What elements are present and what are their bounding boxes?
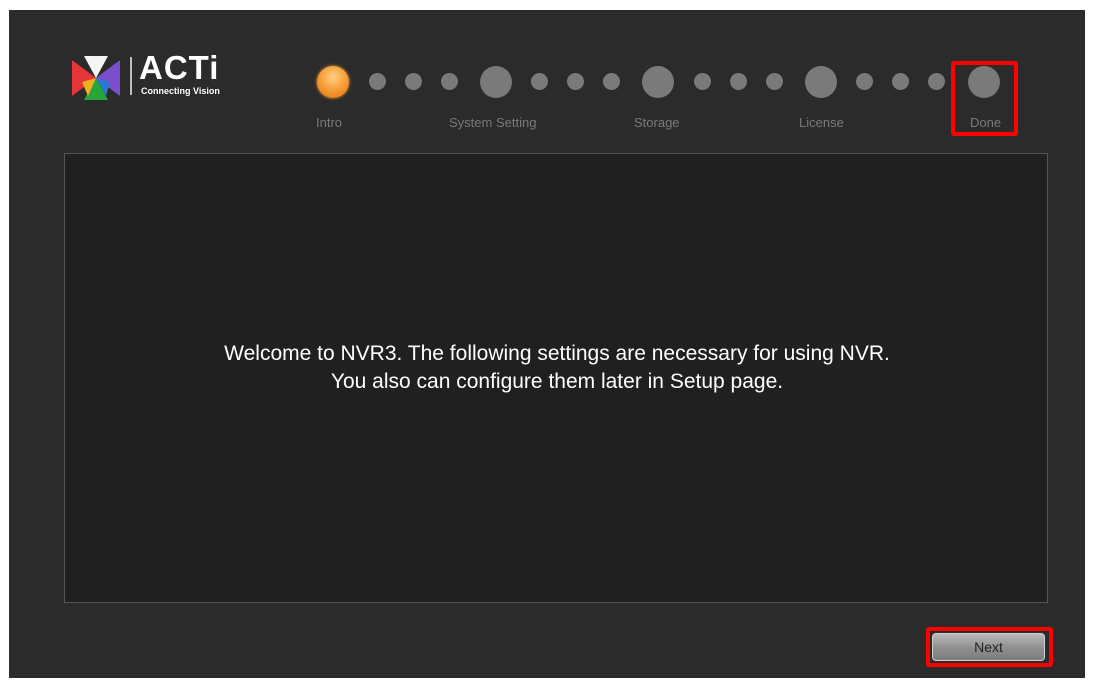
welcome-line-2: You also can configure them later in Set… — [330, 370, 784, 393]
step-dot-intro — [317, 66, 349, 98]
step-dot-license — [805, 66, 837, 98]
logo-divider — [130, 57, 132, 95]
step-dot-intermediate — [856, 73, 873, 90]
step-label-system-setting: System Setting — [449, 115, 537, 130]
done-step-highlight — [951, 61, 1018, 136]
step-dot-storage — [642, 66, 674, 98]
step-dot-intermediate — [694, 73, 711, 90]
step-dot-intermediate — [567, 73, 584, 90]
step-label-license: License — [799, 115, 844, 130]
welcome-line-1: Welcome to NVR3. The following settings … — [224, 342, 890, 365]
step-dot-intermediate — [892, 73, 909, 90]
next-button[interactable]: Next — [932, 633, 1045, 661]
step-dot-intermediate — [405, 73, 422, 90]
step-dot-system-setting — [480, 66, 512, 98]
step-dot-intermediate — [441, 73, 458, 90]
logo-tagline: Connecting Vision — [141, 86, 220, 96]
step-dot-intermediate — [531, 73, 548, 90]
step-dot-intermediate — [928, 73, 945, 90]
step-dot-intermediate — [766, 73, 783, 90]
step-label-intro: Intro — [316, 115, 343, 130]
step-dot-intermediate — [369, 73, 386, 90]
welcome-message: Welcome to NVR3. The following settings … — [65, 340, 1049, 396]
step-label-storage: Storage — [634, 115, 680, 130]
logo-brand: ACTi — [139, 49, 220, 86]
step-dot-intermediate — [603, 73, 620, 90]
content-panel: Welcome to NVR3. The following settings … — [64, 153, 1048, 603]
step-dot-intermediate — [730, 73, 747, 90]
